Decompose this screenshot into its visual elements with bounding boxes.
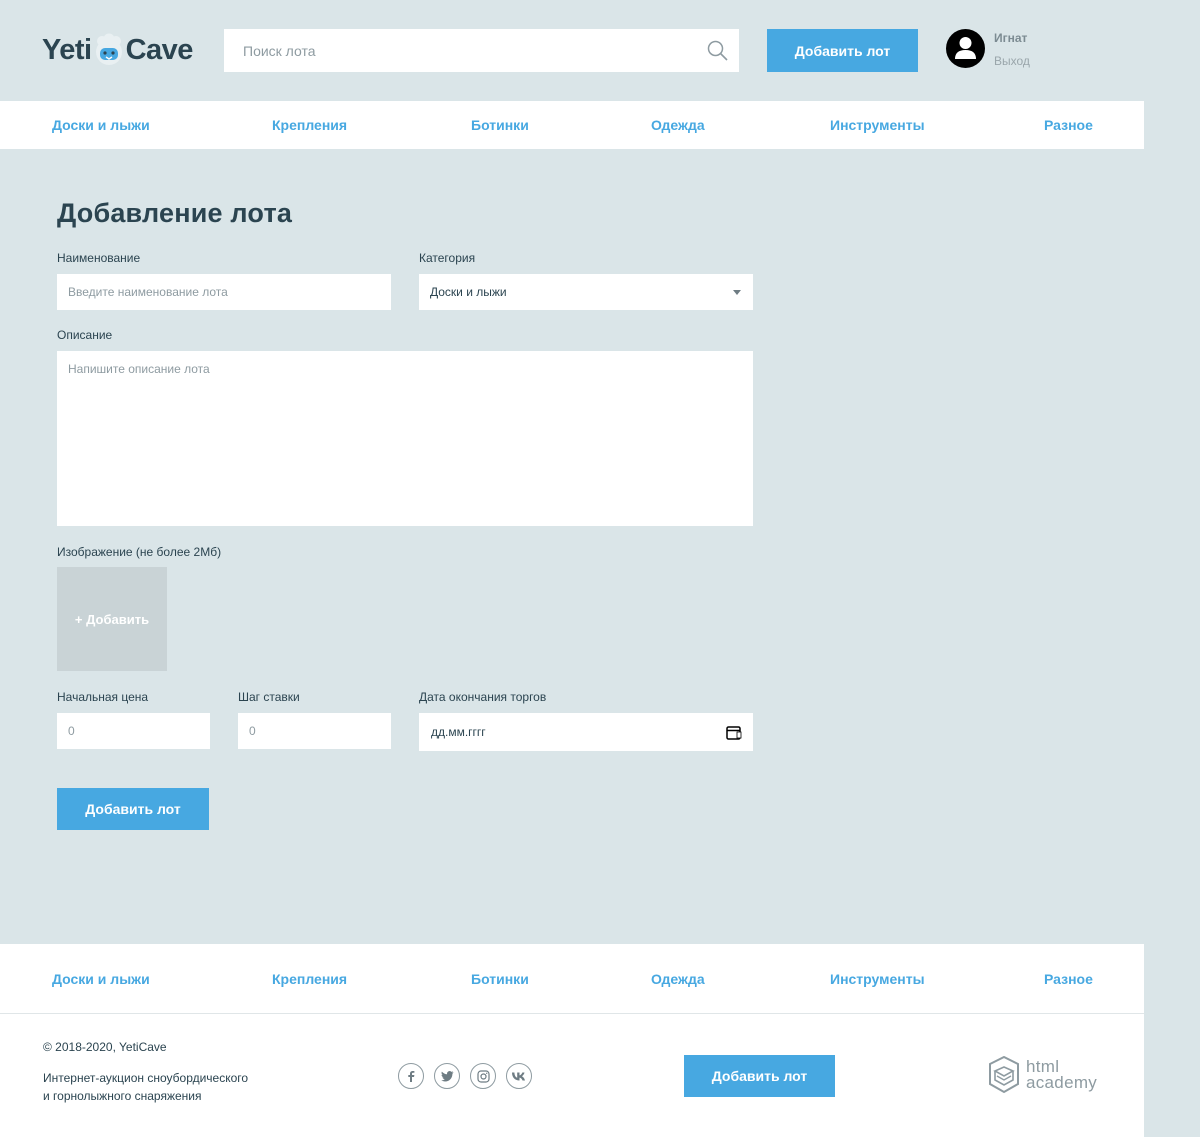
user-name: Игнат: [994, 31, 1028, 45]
image-upload-button[interactable]: + Добавить: [57, 567, 167, 671]
nav-item-bindings[interactable]: Крепления: [272, 101, 347, 149]
bid-step-input[interactable]: [238, 713, 391, 749]
category-selected-value: Доски и лыжи: [430, 285, 507, 299]
description-label: Описание: [57, 328, 113, 342]
twitter-icon[interactable]: [434, 1063, 460, 1089]
footer-nav-item-bindings[interactable]: Крепления: [272, 944, 347, 1014]
site-description: Интернет-аукцион сноубордического и горн…: [43, 1069, 273, 1105]
html-academy-icon: [989, 1056, 1019, 1094]
copyright: © 2018-2020, YetiCave: [43, 1040, 167, 1054]
html-academy-text: html academy: [1026, 1058, 1098, 1092]
search-form: [224, 29, 739, 72]
image-label: Изображение (не более 2Мб): [57, 545, 222, 559]
user-avatar-icon: [946, 29, 985, 68]
yeti-logo-icon: [95, 33, 122, 65]
search-icon[interactable]: [707, 40, 728, 61]
html-academy-line-2: academy: [1026, 1073, 1098, 1092]
footer-nav-item-boots[interactable]: Ботинки: [471, 944, 529, 1014]
chevron-down-icon: [733, 290, 741, 295]
footer-nav-item-boards[interactable]: Доски и лыжи: [52, 944, 150, 1014]
site-header: Yeti Cave Добавить лот Игнат Выход: [0, 0, 1200, 100]
logo-text-cave: Cave: [125, 33, 194, 66]
logo-text-yeti: Yeti: [42, 33, 92, 66]
calendar-icon[interactable]: [726, 725, 742, 740]
category-nav: Доски и лыжи Крепления Ботинки Одежда Ин…: [0, 101, 1144, 149]
step-label: Шаг ставки: [238, 690, 300, 704]
nav-item-other[interactable]: Разное: [1044, 101, 1093, 149]
category-label: Категория: [419, 251, 476, 265]
site-description-line-2: и горнолыжного снаряжения: [43, 1089, 202, 1103]
search-input[interactable]: [224, 29, 684, 72]
footer-nav: Доски и лыжи Крепления Ботинки Одежда Ин…: [0, 944, 1144, 1014]
instagram-icon[interactable]: [470, 1063, 496, 1089]
start-price-input[interactable]: [57, 713, 210, 749]
submit-add-lot-button[interactable]: Добавить лот: [57, 788, 209, 830]
footer-nav-item-clothing[interactable]: Одежда: [651, 944, 705, 1014]
header-add-lot-button[interactable]: Добавить лот: [767, 29, 918, 72]
lot-name-input[interactable]: [57, 274, 391, 310]
category-select[interactable]: Доски и лыжи: [419, 274, 753, 310]
site-footer: Доски и лыжи Крепления Ботинки Одежда Ин…: [0, 944, 1144, 1137]
nav-item-clothing[interactable]: Одежда: [651, 101, 705, 149]
end-date-label: Дата окончания торгов: [419, 690, 547, 704]
nav-item-boards[interactable]: Доски и лыжи: [52, 101, 150, 149]
facebook-icon[interactable]: [398, 1063, 424, 1089]
site-description-line-1: Интернет-аукцион сноубордического: [43, 1071, 249, 1085]
logout-link[interactable]: Выход: [994, 54, 1030, 68]
html-academy-logo[interactable]: html academy: [988, 1056, 1097, 1094]
nav-item-tools[interactable]: Инструменты: [830, 101, 925, 149]
footer-nav-item-other[interactable]: Разное: [1044, 944, 1093, 1014]
name-label: Наименование: [57, 251, 141, 265]
start-price-label: Начальная цена: [57, 690, 149, 704]
description-textarea[interactable]: [57, 351, 753, 526]
end-date-input[interactable]: дд.мм.гггг: [419, 713, 753, 751]
vk-icon[interactable]: [506, 1063, 532, 1089]
footer-nav-item-tools[interactable]: Инструменты: [830, 944, 925, 1014]
nav-item-boots[interactable]: Ботинки: [471, 101, 529, 149]
footer-add-lot-button[interactable]: Добавить лот: [684, 1055, 835, 1097]
page-title: Добавление лота: [57, 198, 293, 228]
logo[interactable]: Yeti Cave: [42, 30, 193, 70]
end-date-value: дд.мм.гггг: [431, 725, 486, 739]
